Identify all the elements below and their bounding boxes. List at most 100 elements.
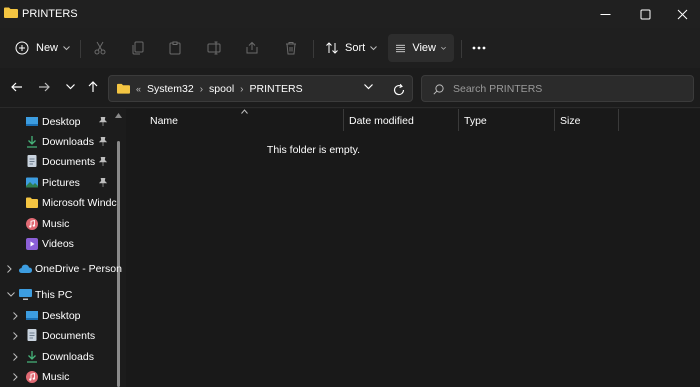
folder-icon bbox=[26, 197, 38, 208]
chevron-down-icon bbox=[370, 45, 378, 50]
sidebar-item-desktop[interactable]: Desktop bbox=[0, 112, 118, 132]
breadcrumb-item[interactable]: PRINTERS bbox=[250, 83, 303, 95]
sidebar-item-label: Documents bbox=[42, 156, 96, 168]
column-divider[interactable] bbox=[343, 109, 344, 131]
back-button[interactable] bbox=[8, 78, 26, 96]
sidebar-item-onedrive[interactable]: OneDrive - Person bbox=[0, 259, 122, 279]
paste-button[interactable] bbox=[168, 34, 182, 62]
paste-icon bbox=[169, 41, 181, 55]
minimize-icon bbox=[600, 13, 610, 15]
chevron-right-icon[interactable]: › bbox=[200, 84, 203, 95]
sidebar-item-label: Desktop bbox=[42, 116, 81, 128]
sidebar-item-label: Microsoft Windc bbox=[42, 197, 117, 209]
column-header-type[interactable]: Type bbox=[464, 115, 487, 127]
pictures-icon bbox=[26, 177, 38, 188]
column-divider[interactable] bbox=[618, 109, 619, 131]
column-header-size[interactable]: Size bbox=[560, 115, 580, 127]
rename-icon bbox=[207, 41, 221, 55]
more-options-button[interactable] bbox=[472, 34, 486, 62]
sidebar-item-pc-downloads[interactable]: Downloads bbox=[0, 347, 118, 367]
sidebar-item-videos[interactable]: Videos bbox=[0, 234, 118, 254]
sidebar-item-this-pc[interactable]: This PC bbox=[0, 285, 118, 305]
column-divider[interactable] bbox=[458, 109, 459, 131]
sidebar-item-pc-documents[interactable]: Documents bbox=[0, 326, 118, 346]
up-button[interactable] bbox=[84, 78, 102, 96]
breadcrumb-item[interactable]: spool bbox=[209, 83, 234, 95]
close-button[interactable] bbox=[662, 0, 700, 28]
sort-icon bbox=[326, 42, 338, 54]
sidebar-item-documents[interactable]: Documents bbox=[0, 152, 118, 172]
arrow-right-icon bbox=[39, 82, 50, 92]
chevron-right-icon[interactable] bbox=[13, 332, 18, 340]
desktop-icon bbox=[26, 311, 38, 320]
sidebar-item-pc-desktop[interactable]: Desktop bbox=[0, 306, 118, 326]
desktop-icon bbox=[26, 117, 38, 126]
view-lines-icon bbox=[396, 44, 406, 52]
view-label: View bbox=[412, 42, 436, 54]
recent-locations-button[interactable] bbox=[61, 78, 79, 96]
refresh-icon[interactable] bbox=[391, 82, 407, 98]
forward-button[interactable] bbox=[35, 78, 53, 96]
chevron-down-icon bbox=[441, 46, 446, 50]
pin-icon bbox=[99, 157, 107, 166]
separator bbox=[80, 40, 81, 58]
navigation-pane: Desktop Downloads Documents Pictures Mic… bbox=[0, 109, 126, 387]
sidebar-item-pictures[interactable]: Pictures bbox=[0, 173, 118, 193]
sidebar-item-pc-music[interactable]: Music bbox=[0, 367, 118, 387]
arrow-up-icon bbox=[88, 81, 98, 92]
sort-button[interactable]: Sort bbox=[325, 34, 378, 62]
address-bar[interactable]: « System32 › spool › PRINTERS bbox=[108, 75, 413, 102]
breadcrumb-overflow[interactable]: « bbox=[136, 84, 141, 94]
maximize-icon bbox=[640, 9, 650, 19]
chevron-right-icon[interactable]: › bbox=[240, 84, 243, 95]
breadcrumb-item[interactable]: System32 bbox=[147, 83, 194, 95]
new-label: New bbox=[36, 42, 59, 54]
chevron-down-icon[interactable] bbox=[364, 84, 373, 90]
copy-button[interactable] bbox=[131, 34, 145, 62]
chevron-down-icon bbox=[63, 45, 70, 50]
column-header-date-modified[interactable]: Date modified bbox=[349, 115, 414, 127]
sidebar-item-label: Downloads bbox=[42, 351, 94, 363]
new-button[interactable]: New bbox=[15, 34, 70, 62]
more-icon bbox=[472, 46, 486, 50]
maximize-button[interactable] bbox=[625, 0, 665, 28]
address-row: « System32 › spool › PRINTERS bbox=[0, 68, 700, 108]
pin-icon bbox=[99, 137, 107, 146]
downloads-icon bbox=[27, 351, 37, 363]
search-input[interactable] bbox=[453, 81, 683, 97]
pin-icon bbox=[99, 117, 107, 126]
search-box[interactable] bbox=[421, 75, 694, 102]
chevron-right-icon[interactable] bbox=[13, 353, 18, 361]
sort-ascending-icon bbox=[241, 109, 248, 114]
sidebar-item-label: OneDrive - Person bbox=[35, 263, 122, 275]
window-title: PRINTERS bbox=[22, 8, 78, 20]
onedrive-icon bbox=[19, 264, 32, 273]
sidebar-item-label: Downloads bbox=[42, 136, 94, 148]
sidebar-item-music[interactable]: Music bbox=[0, 214, 118, 234]
empty-folder-message: This folder is empty. bbox=[266, 144, 361, 156]
copy-icon bbox=[132, 41, 144, 55]
rename-button[interactable] bbox=[207, 34, 221, 62]
share-button[interactable] bbox=[245, 34, 259, 62]
view-button[interactable]: View bbox=[388, 34, 454, 62]
delete-button[interactable] bbox=[284, 34, 298, 62]
chevron-right-icon[interactable] bbox=[13, 312, 18, 320]
sidebar-item-downloads[interactable]: Downloads bbox=[0, 132, 118, 152]
column-header-name[interactable]: Name bbox=[150, 115, 178, 127]
chevron-right-icon[interactable] bbox=[13, 373, 18, 381]
search-icon bbox=[433, 84, 444, 95]
folder-icon bbox=[4, 7, 18, 18]
minimize-button[interactable] bbox=[585, 0, 625, 28]
pc-icon bbox=[19, 289, 32, 300]
column-divider[interactable] bbox=[554, 109, 555, 131]
music-icon bbox=[26, 218, 38, 230]
arrow-left-icon bbox=[11, 82, 22, 92]
command-bar: New Sort View bbox=[0, 28, 700, 68]
sidebar-item-microsoft-windows[interactable]: Microsoft Windc bbox=[0, 193, 118, 213]
sidebar-item-label: Music bbox=[42, 371, 70, 383]
separator bbox=[461, 40, 462, 58]
chevron-right-icon[interactable] bbox=[7, 265, 12, 273]
chevron-down-icon[interactable] bbox=[7, 292, 15, 297]
title-bar: PRINTERS bbox=[0, 0, 700, 28]
cut-button[interactable] bbox=[93, 34, 107, 62]
